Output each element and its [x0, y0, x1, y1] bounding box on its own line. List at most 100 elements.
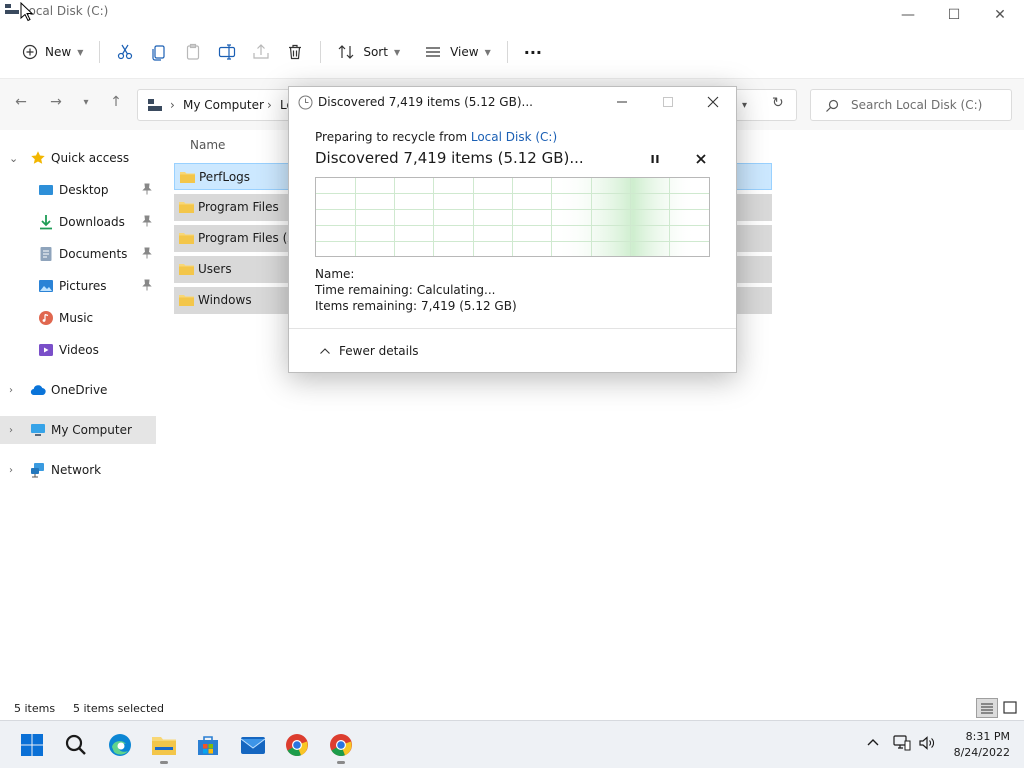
document-icon [40, 247, 52, 261]
back-arrow-icon[interactable]: ← [12, 94, 30, 110]
show-hidden-icons-chevron-icon[interactable] [866, 735, 880, 749]
chrome-icon [286, 734, 308, 757]
video-icon [39, 344, 53, 356]
fewer-details-button[interactable]: Fewer details [289, 328, 736, 372]
chrome-window-button[interactable] [325, 729, 357, 764]
address-dropdown-chevron-icon[interactable]: ▾ [742, 100, 747, 111]
computer-icon [31, 424, 45, 436]
details-view-button[interactable] [976, 698, 998, 718]
close-icon [707, 96, 719, 108]
view-button[interactable]: View ▼ [416, 36, 499, 68]
copy-button[interactable] [142, 36, 176, 68]
chrome-icon [330, 734, 352, 757]
delete-button[interactable] [278, 36, 312, 68]
sidebar-item-desktop[interactable]: Desktop [0, 176, 156, 204]
recent-locations-chevron-icon[interactable]: ▾ [77, 97, 95, 108]
details-view-icon [981, 703, 993, 714]
folder-icon [179, 202, 194, 213]
drive-icon [148, 99, 162, 111]
dialog-close-button[interactable] [690, 87, 736, 117]
cancel-icon[interactable] [693, 151, 709, 167]
chevron-down-icon: ▼ [77, 47, 84, 57]
chevron-down-icon: ▼ [484, 47, 491, 57]
subtitle-prefix: Preparing to recycle from [315, 130, 471, 144]
refresh-icon[interactable]: ↻ [772, 95, 784, 111]
chevron-right-icon: › [9, 464, 13, 476]
chevron-up-icon [320, 348, 330, 354]
start-button[interactable] [16, 729, 48, 761]
up-arrow-icon[interactable]: ↑ [107, 94, 125, 110]
cut-button[interactable] [108, 36, 142, 68]
restore-icon: ☐ [947, 7, 961, 23]
sidebar-item-videos[interactable]: Videos [0, 336, 156, 364]
sidebar-item-my-computer[interactable]: › My Computer [0, 416, 156, 444]
more-options-button[interactable]: ··· [516, 36, 550, 68]
tiles-view-icon[interactable] [1002, 700, 1018, 716]
edge-browser-button[interactable] [104, 729, 136, 761]
toolbar-divider [99, 41, 101, 63]
volume-icon[interactable] [918, 735, 936, 751]
file-name: Program Files [198, 200, 279, 214]
system-clock[interactable]: 8:31 PM 8/24/2022 [936, 729, 1010, 761]
navigation-pane: ⌄ Quick access Desktop Downloads Documen… [0, 138, 160, 698]
time-remaining-row: Time remaining: Calculating... [315, 283, 496, 297]
download-icon [40, 215, 52, 230]
chrome-button[interactable] [281, 729, 313, 761]
source-location-link[interactable]: Local Disk (C:) [471, 130, 557, 144]
sidebar-item-network[interactable]: › Network [0, 456, 156, 484]
scissors-icon [118, 44, 133, 60]
search-input[interactable]: Search Local Disk (C:) [810, 89, 1012, 121]
sidebar-item-documents[interactable]: Documents [0, 240, 156, 268]
items-remaining-label: Items remaining: [315, 299, 418, 313]
dialog-minimize-button[interactable] [599, 87, 645, 117]
title-bar: Local Disk (C:) — ☐ ✕ [0, 0, 1024, 30]
breadcrumb-my-computer[interactable]: My Computer [183, 98, 264, 112]
sort-label: Sort [363, 45, 388, 59]
item-count: 5 items [14, 702, 56, 715]
sort-button[interactable]: Sort ▼ [329, 36, 408, 68]
sidebar-item-downloads[interactable]: Downloads [0, 208, 156, 236]
new-button[interactable]: New ▼ [14, 36, 91, 68]
sidebar-item-label: Desktop [59, 183, 109, 197]
running-indicator [160, 761, 168, 764]
maximize-button[interactable]: ☐ [931, 0, 977, 30]
pause-icon[interactable] [647, 151, 663, 167]
sidebar-item-onedrive[interactable]: › OneDrive [0, 376, 156, 404]
search-button[interactable] [60, 729, 92, 761]
running-indicator [337, 761, 345, 764]
close-button[interactable]: ✕ [977, 0, 1023, 30]
folder-icon [179, 233, 194, 244]
file-explorer-button[interactable] [148, 729, 180, 764]
mail-button[interactable] [237, 729, 269, 761]
minimize-icon: — [901, 7, 915, 23]
sidebar-item-music[interactable]: Music [0, 304, 156, 332]
sidebar-item-label: OneDrive [51, 383, 108, 397]
minimize-button[interactable]: — [885, 0, 931, 30]
view-list-icon [426, 47, 441, 57]
network-status-icon[interactable] [893, 735, 911, 751]
forward-arrow-icon[interactable]: → [47, 94, 65, 110]
rename-button[interactable] [210, 36, 244, 68]
sort-icon [338, 45, 354, 59]
dialog-heading: Discovered 7,419 items (5.12 GB)... [315, 149, 584, 167]
dialog-maximize-button[interactable] [645, 87, 691, 117]
paste-button[interactable] [176, 36, 210, 68]
pin-icon [142, 279, 152, 291]
sidebar-item-pictures[interactable]: Pictures [0, 272, 156, 300]
store-button[interactable] [192, 729, 224, 761]
sidebar-item-label: Pictures [59, 279, 107, 293]
mouse-cursor-icon [20, 2, 34, 22]
sidebar-item-quick-access[interactable]: ⌄ Quick access [0, 144, 156, 172]
file-name: PerfLogs [199, 170, 251, 184]
taskbar: 8:31 PM 8/24/2022 [0, 720, 1024, 768]
pin-icon [142, 247, 152, 259]
desktop-icon [39, 185, 53, 195]
clock-icon [298, 95, 313, 110]
command-bar: New ▼ Sort ▼ View ▼ ··· [0, 32, 1024, 72]
column-header-name[interactable]: Name [190, 138, 225, 152]
share-button[interactable] [244, 36, 278, 68]
dialog-subtitle: Preparing to recycle from Local Disk (C:… [315, 130, 557, 144]
maximize-icon [663, 97, 673, 107]
folder-icon [179, 295, 194, 306]
sidebar-item-label: Music [59, 311, 94, 325]
